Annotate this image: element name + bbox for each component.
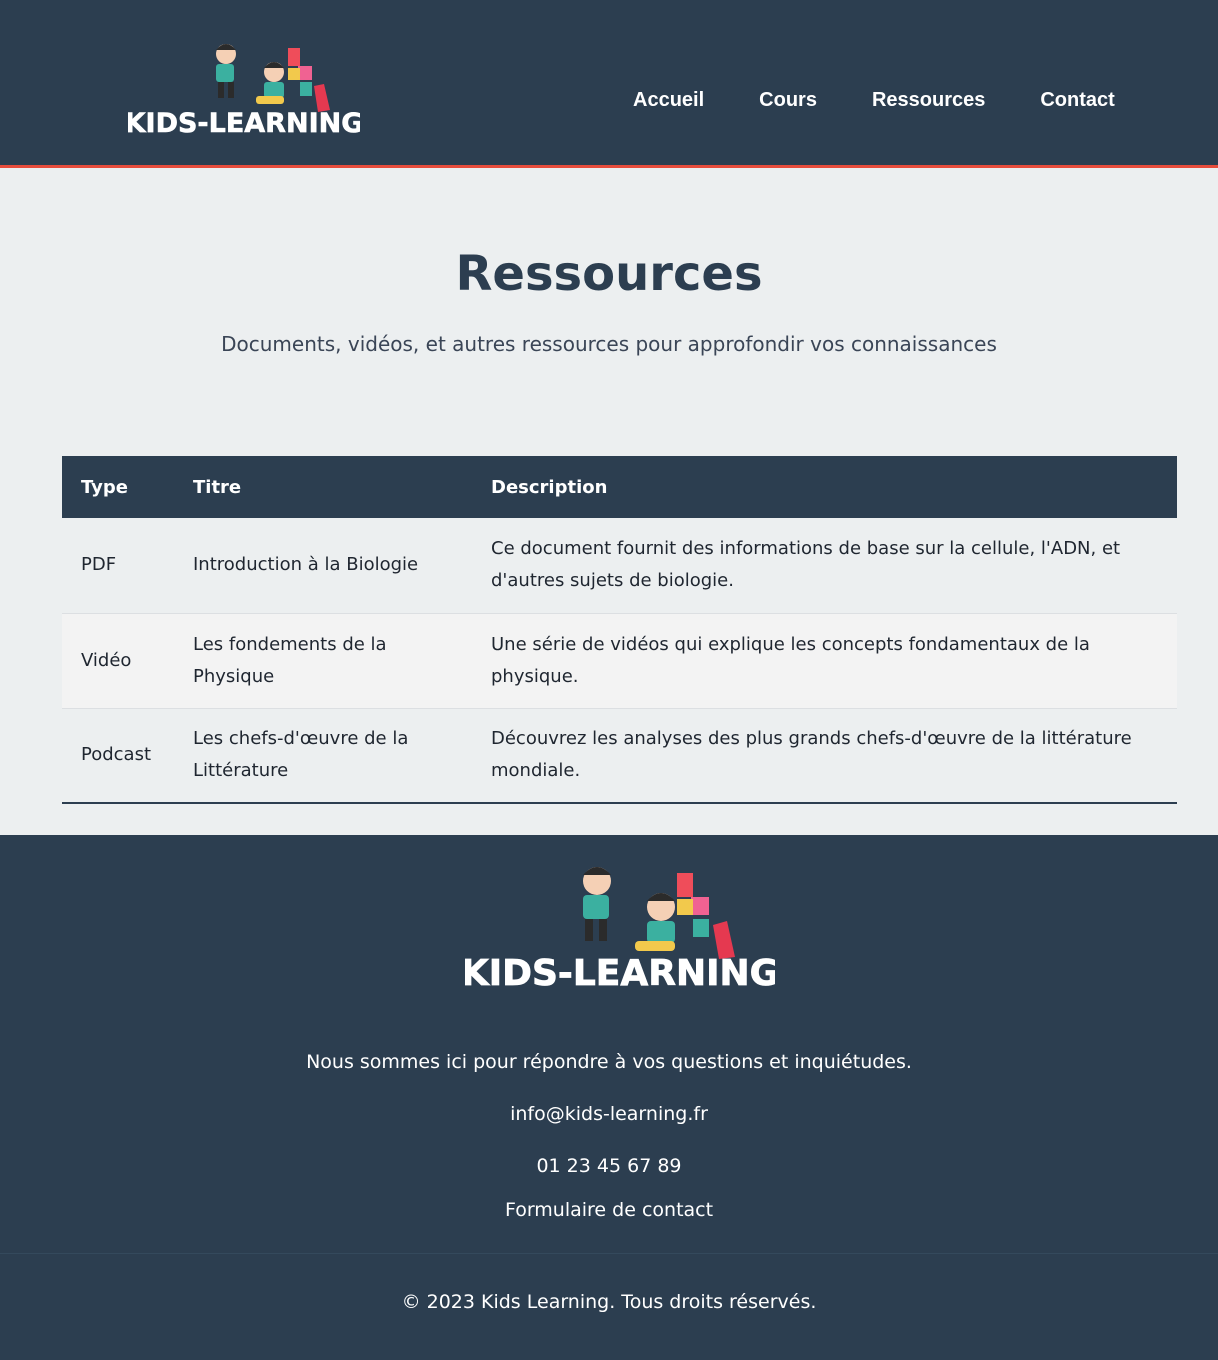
page-title: Ressources: [455, 246, 763, 302]
site-footer: KIDS-LEARNING Nous sommes ici pour répon…: [0, 835, 1218, 1253]
cell-title: Introduction à la Biologie: [193, 554, 419, 576]
table-header-row: Type Titre Description: [62, 456, 1177, 518]
footer-logo: KIDS-LEARNING: [465, 867, 775, 994]
hero-section: Ressources Documents, vidéos, et autres …: [0, 168, 1218, 456]
footer-message: Nous sommes ici pour répondre à vos ques…: [306, 1051, 912, 1073]
table-row: PDF Introduction à la Biologie Ce docume…: [62, 518, 1177, 613]
site-header: KIDS-LEARNING Accueil Cours Ressources C…: [0, 0, 1218, 168]
cell-type: Vidéo: [81, 649, 132, 671]
nav-contact[interactable]: Contact: [1040, 88, 1114, 112]
resources-table: Type Titre Description PDF Introduction …: [62, 456, 1177, 804]
footer-email[interactable]: info@kids-learning.fr: [0, 1103, 1218, 1125]
footer-phone[interactable]: 01 23 45 67 89: [0, 1155, 1218, 1177]
kids-learning-logo: KIDS-LEARNING: [124, 44, 364, 139]
copyright-bar: © 2023 Kids Learning. Tous droits réserv…: [0, 1253, 1218, 1360]
footer-logo-text: KIDS-LEARNING: [465, 953, 775, 994]
table-row: Vidéo Les fondements de la Physique Une …: [62, 613, 1177, 708]
page-subtitle: Documents, vidéos, et autres ressources …: [221, 332, 997, 356]
nav-accueil[interactable]: Accueil: [633, 88, 704, 112]
cell-type: Podcast: [81, 744, 152, 766]
header-title: Titre: [193, 476, 242, 498]
cell-description: Découvrez les analyses des plus grands c…: [491, 728, 1132, 782]
nav-cours[interactable]: Cours: [759, 88, 817, 112]
cell-title: Les fondements de la Physique: [193, 633, 387, 687]
resources-table-wrapper: Type Titre Description PDF Introduction …: [62, 456, 1177, 804]
header-type: Type: [81, 476, 128, 498]
cell-title: Les chefs-d'œuvre de la Littérature: [193, 728, 409, 782]
cell-type: PDF: [81, 554, 117, 576]
cell-description: Une série de vidéos qui explique les con…: [491, 633, 1090, 687]
table-row: Podcast Les chefs-d'œuvre de la Littérat…: [62, 708, 1177, 803]
logo-link[interactable]: KIDS-LEARNING: [124, 38, 364, 140]
contact-form-link[interactable]: Formulaire de contact: [0, 1199, 1218, 1221]
header-description: Description: [491, 476, 608, 498]
logo-text: KIDS-LEARNING: [128, 108, 360, 139]
nav-ressources[interactable]: Ressources: [872, 88, 985, 112]
copyright-text: © 2023 Kids Learning. Tous droits réserv…: [401, 1291, 817, 1313]
main-nav: Accueil Cours Ressources Contact: [633, 88, 1170, 112]
cell-description: Ce document fournit des informations de …: [491, 538, 1121, 592]
